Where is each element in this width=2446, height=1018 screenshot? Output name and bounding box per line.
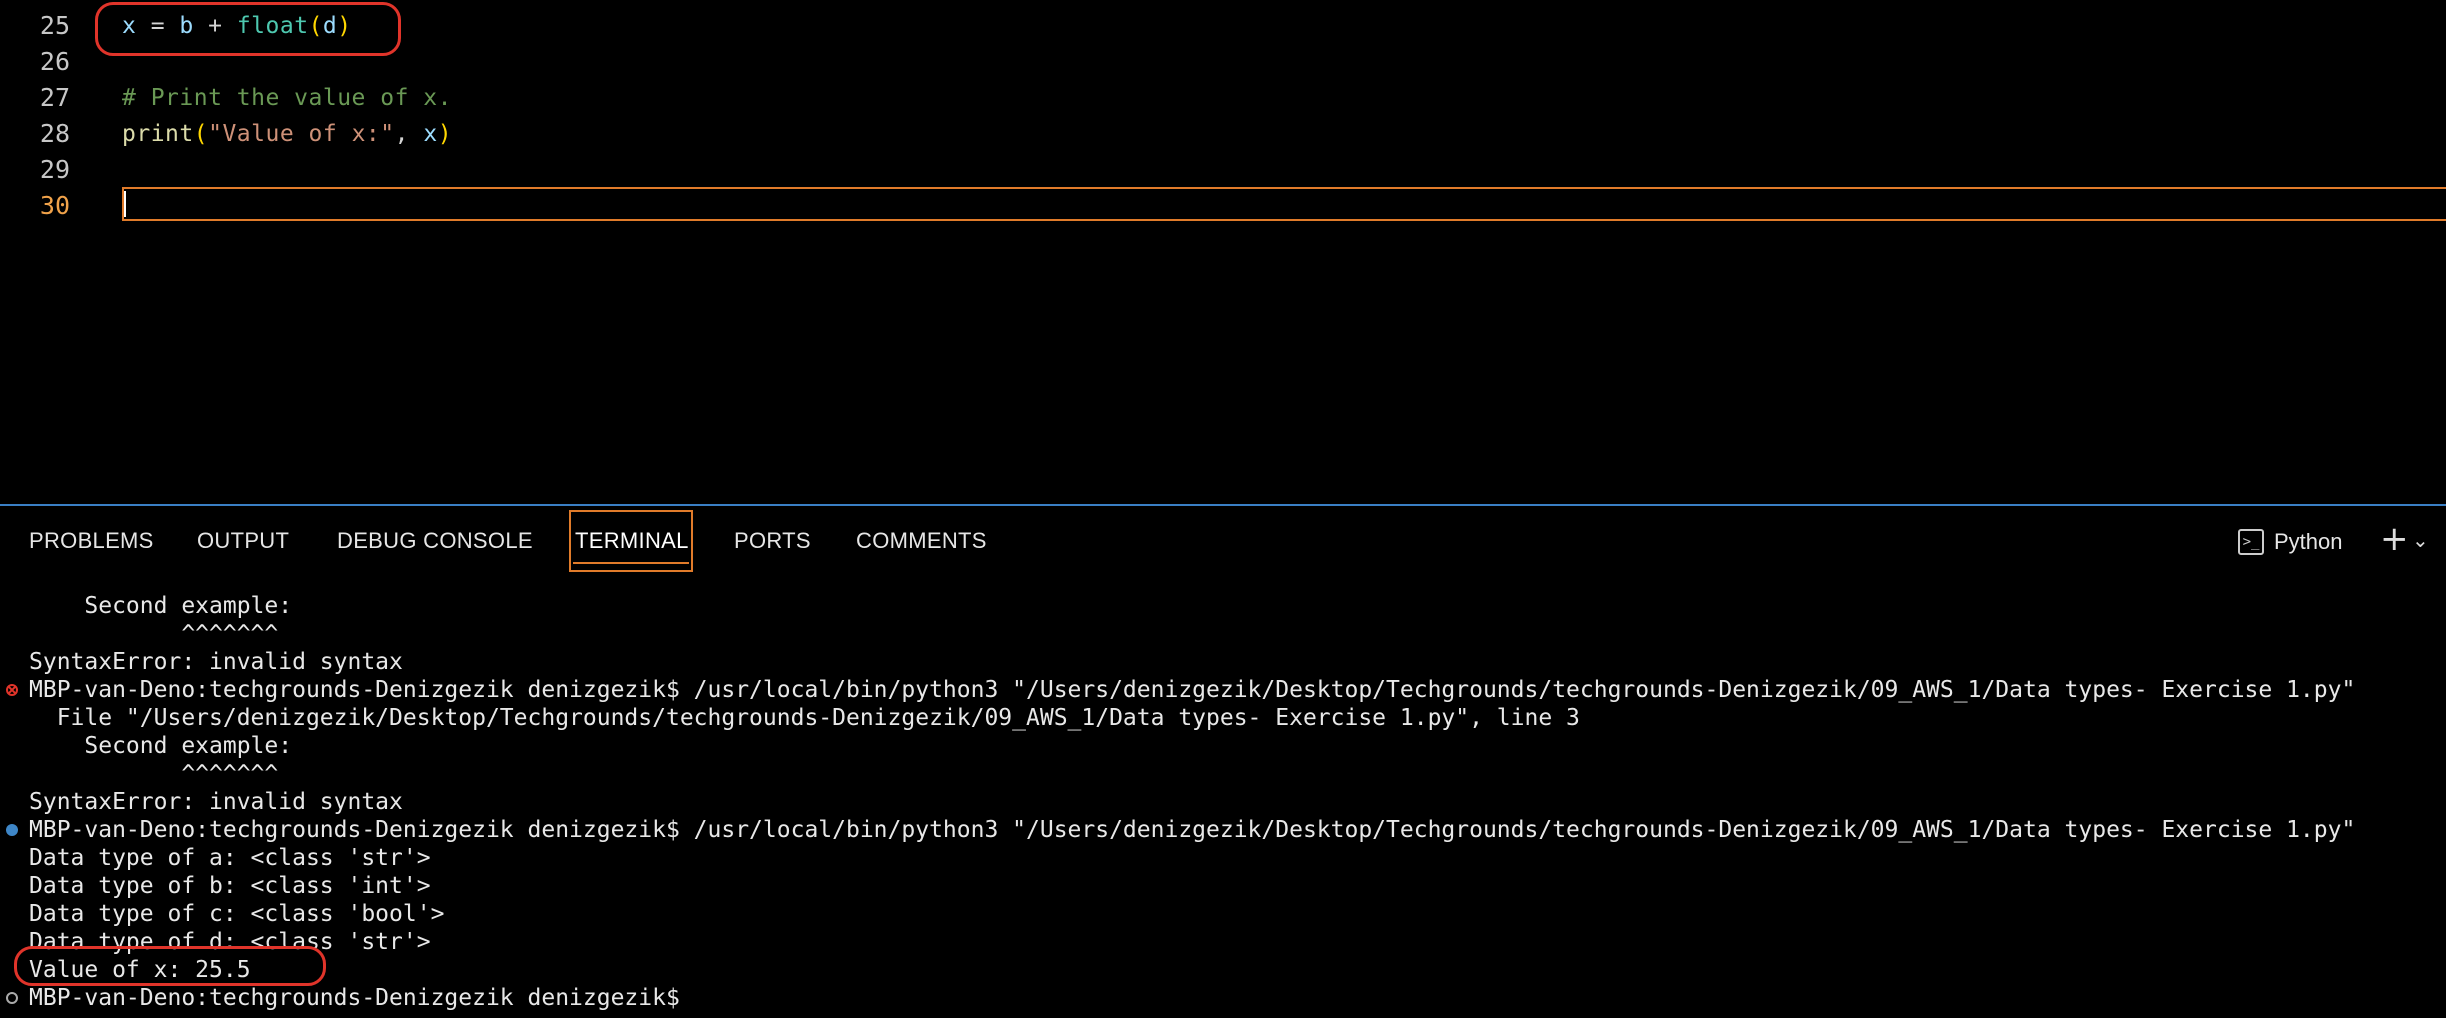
annotation-circle-code xyxy=(95,2,401,56)
command-success-icon[interactable] xyxy=(6,824,18,836)
terminal-icon: >_ xyxy=(2238,529,2264,555)
tab-active-underline xyxy=(573,562,689,564)
text-cursor xyxy=(124,191,126,217)
line-number: 26 xyxy=(39,47,70,76)
tab-terminal[interactable]: TERMINAL xyxy=(575,528,689,554)
terminal-line: ^^^^^^^ xyxy=(29,761,279,787)
terminal-line: Data type of c: <class 'bool'> xyxy=(29,901,445,927)
line-number: 28 xyxy=(39,119,70,148)
code-token: ( xyxy=(193,121,209,147)
editor-line: 27 # Print the value of x. xyxy=(0,80,2446,116)
code-token: print xyxy=(122,121,194,147)
terminal-line: MBP-van-Deno:techgrounds-Denizgezik deni… xyxy=(29,677,2356,703)
code-token: "Value of x:" xyxy=(208,121,395,147)
panel-tabs: PROBLEMS OUTPUT DEBUG CONSOLE TERMINAL P… xyxy=(0,506,2446,572)
code-token: # Print the value of x. xyxy=(122,85,452,111)
chevron-down-icon[interactable]: ⌄ xyxy=(2412,528,2429,552)
tab-output[interactable]: OUTPUT xyxy=(197,528,289,554)
annotation-circle-output xyxy=(14,946,326,986)
line-number: 29 xyxy=(39,155,70,184)
terminal-line: MBP-van-Deno:techgrounds-Denizgezik deni… xyxy=(29,817,2356,843)
terminal-profile-selector[interactable]: >_ Python xyxy=(2238,526,2343,558)
line-number: 25 xyxy=(39,11,70,40)
code-token: , xyxy=(394,121,424,147)
terminal-line: Second example: xyxy=(29,733,293,759)
terminal-line: SyntaxError: invalid syntax xyxy=(29,789,403,815)
command-pending-icon[interactable] xyxy=(6,992,18,1004)
terminal-line: MBP-van-Deno:techgrounds-Denizgezik deni… xyxy=(29,985,680,1011)
tab-ports[interactable]: PORTS xyxy=(734,528,811,554)
new-terminal-plus-icon[interactable]: + xyxy=(2380,522,2409,556)
tab-debug-console[interactable]: DEBUG CONSOLE xyxy=(337,528,533,554)
terminal-line: Data type of b: <class 'int'> xyxy=(29,873,431,899)
code-text: print("Value of x:", x) xyxy=(122,116,452,152)
code-editor[interactable]: 25 x = b + float(d) 26 27 # Print the value … xyxy=(0,0,2446,504)
editor-line: 29 xyxy=(0,152,2446,188)
terminal-profile-label: Python xyxy=(2274,529,2343,554)
terminal-line: File "/Users/denizgezik/Desktop/Techgrou… xyxy=(29,705,1580,731)
terminal-line: SyntaxError: invalid syntax xyxy=(29,649,403,675)
tab-problems[interactable]: PROBLEMS xyxy=(29,528,154,554)
line-number: 27 xyxy=(39,83,70,112)
code-text: # Print the value of x. xyxy=(122,80,452,116)
current-line-highlight xyxy=(122,187,2446,221)
terminal-line: ^^^^^^^ xyxy=(29,621,279,647)
line-number: 30 xyxy=(39,191,70,220)
terminal-line: Second example: xyxy=(29,593,293,619)
editor-line: 28 print("Value of x:", x) xyxy=(0,116,2446,152)
command-error-icon[interactable] xyxy=(6,684,18,696)
tab-comments[interactable]: COMMENTS xyxy=(856,528,987,554)
code-token: ) xyxy=(437,121,453,147)
bottom-panel: PROBLEMS OUTPUT DEBUG CONSOLE TERMINAL P… xyxy=(0,504,2446,1018)
terminal-line: Data type of a: <class 'str'> xyxy=(29,845,431,871)
code-token: x xyxy=(423,121,438,147)
